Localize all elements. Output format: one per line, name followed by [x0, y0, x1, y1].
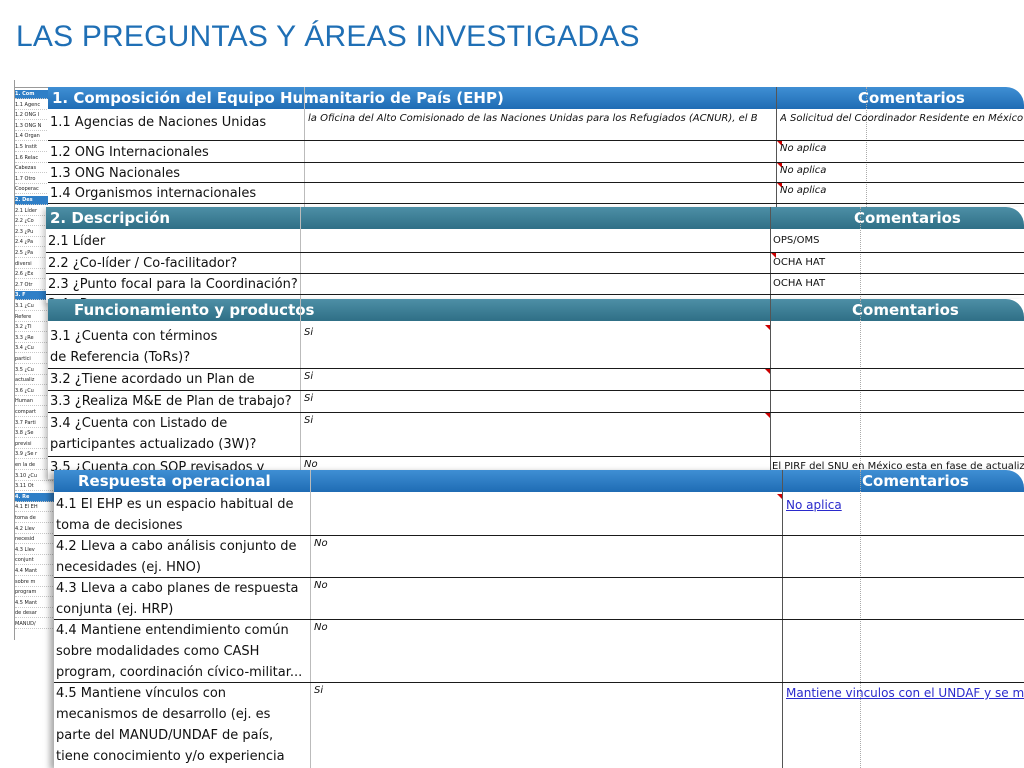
- table-row: 3.4 ¿Cuenta con Listado de participantes…: [48, 413, 1024, 457]
- table-row: 1.3 ONG Nacionales No aplica: [48, 163, 1024, 183]
- mini-sheet-row: 3.11 Ot: [15, 482, 55, 492]
- slide-title: LAS PREGUNTAS Y ÁREAS INVESTIGADAS: [16, 20, 640, 53]
- table-row: 4.1 El EHP es un espacio habitual de tom…: [54, 494, 1024, 536]
- mini-sheet-row: conjunt: [15, 556, 55, 566]
- row-label: 2.3 ¿Punto focal para la Coordinación?: [48, 277, 298, 292]
- panel-title: 1. Composición del Equipo Humanitario de…: [52, 89, 504, 107]
- row-comment: No aplica: [780, 143, 827, 154]
- comment-marker: [777, 494, 782, 499]
- panel-title: Funcionamiento y productos: [74, 301, 315, 319]
- comments-header: Comentarios: [858, 89, 965, 107]
- table-row: 1.2 ONG Internacionales No aplica: [48, 141, 1024, 163]
- row-label: 4.2 Lleva a cabo análisis conjunto de ne…: [56, 539, 297, 575]
- row-comment: A Solicitud del Coordinador Residente en…: [780, 113, 1024, 124]
- panel-title: Respuesta operacional: [78, 472, 271, 490]
- row-label: 3.4 ¿Cuenta con Listado de participantes…: [50, 416, 257, 452]
- comment-link[interactable]: Mantiene vinculos con el UNDAF y se mo: [786, 684, 1024, 702]
- row-label: 2.1 Líder: [48, 234, 106, 249]
- row-label: 1.2 ONG Internacionales: [50, 145, 209, 160]
- panel-header: Funcionamiento y productos Comentarios: [48, 299, 1024, 321]
- row-comment: OPS/OMS: [773, 235, 820, 246]
- mini-sheet-row: 4.1 El EH: [15, 503, 55, 513]
- mini-sheet-row: necesid: [15, 535, 55, 545]
- panel-descripcion: 2. Descripción Comentarios 2.1 Líder OPS…: [46, 207, 1024, 312]
- row-value: Si: [304, 327, 314, 338]
- row-value: No: [314, 538, 328, 549]
- row-value: No: [314, 580, 328, 591]
- table-row: 4.4 Mantiene entendimiento común sobre m…: [54, 620, 1024, 683]
- comment-marker: [765, 413, 770, 418]
- table-row: 1.4 Organismos internacionales No aplica: [48, 183, 1024, 204]
- row-value: No: [314, 622, 328, 633]
- mini-sheet-row: MANUD/: [15, 620, 55, 629]
- row-value: Si: [314, 685, 324, 696]
- table-row: 4.2 Lleva a cabo análisis conjunto de ne…: [54, 536, 1024, 578]
- table-row: 2.2 ¿Co-líder / Co-facilitador? OCHA HAT: [46, 253, 1024, 274]
- table-row: 4.5 Mantiene vínculos con mecanismos de …: [54, 683, 1024, 768]
- mini-sheet-row: program: [15, 588, 55, 598]
- row-label: 4.5 Mantiene vínculos con mecanismos de …: [56, 686, 285, 764]
- mini-sheet-row: 4.4 Mant: [15, 567, 55, 576]
- row-value: Si: [304, 415, 314, 426]
- row-value: Si: [304, 393, 314, 404]
- panel-funcionamiento: Funcionamiento y productos Comentarios 3…: [48, 299, 1024, 479]
- row-label: 4.3 Lleva a cabo planes de respuesta con…: [56, 581, 299, 617]
- table-row: 2.1 Líder OPS/OMS: [46, 231, 1024, 253]
- comments-header: Comentarios: [862, 472, 969, 490]
- table-row: 2.3 ¿Punto focal para la Coordinación? O…: [46, 274, 1024, 295]
- panel-header: 2. Descripción Comentarios: [46, 207, 1024, 229]
- panel-title: 2. Descripción: [50, 209, 171, 227]
- row-comment: No aplica: [780, 165, 827, 176]
- mini-sheet-row: 4.5 Mant: [15, 599, 55, 608]
- table-row: 3.1 ¿Cuenta con términos de Referencia (…: [48, 325, 1024, 369]
- comments-header: Comentarios: [854, 209, 961, 227]
- mini-sheet-row: sobre m: [15, 578, 55, 587]
- row-label: 1.3 ONG Nacionales: [50, 166, 180, 181]
- comment-link[interactable]: No aplica: [786, 496, 946, 514]
- mini-sheet-row: 4.3 Llev: [15, 546, 55, 555]
- panel-respuesta-operacional: Respuesta operacional Comentarios 4.1 El…: [54, 470, 1024, 768]
- table-row: 3.3 ¿Realiza M&E de Plan de trabajo? Si: [48, 391, 1024, 413]
- mini-sheet-row: de desar: [15, 609, 55, 619]
- table-row: 1.1 Agencias de Naciones Unidas la Ofici…: [48, 109, 1024, 141]
- row-label: 2.2 ¿Co-líder / Co-facilitador?: [48, 256, 238, 271]
- panel-composicion: 1. Composición del Equipo Humanitario de…: [48, 87, 1024, 209]
- mini-sheet-row: 4. Re: [15, 492, 55, 502]
- row-value: Si: [304, 371, 314, 382]
- row-label: 4.1 El EHP es un espacio habitual de tom…: [56, 497, 294, 533]
- panel-header: 1. Composición del Equipo Humanitario de…: [48, 87, 1024, 109]
- row-comment: OCHA HAT: [773, 257, 826, 268]
- comments-header: Comentarios: [852, 301, 959, 319]
- mini-sheet-row: toma de: [15, 514, 55, 523]
- comment-marker: [765, 369, 770, 374]
- row-label: 3.1 ¿Cuenta con términos de Referencia (…: [50, 329, 218, 365]
- panel-header: Respuesta operacional Comentarios: [54, 470, 1024, 492]
- row-label: 1.1 Agencias de Naciones Unidas: [50, 115, 267, 130]
- row-label: 3.3 ¿Realiza M&E de Plan de trabajo?: [50, 394, 292, 409]
- row-label: 3.2 ¿Tiene acordado un Plan de: [50, 372, 255, 387]
- row-label: 4.4 Mantiene entendimiento común sobre m…: [56, 623, 303, 680]
- mini-sheet-row: 4.2 Llev: [15, 525, 55, 534]
- table-row: 4.3 Lleva a cabo planes de respuesta con…: [54, 578, 1024, 620]
- row-value: la Oficina del Alto Comisionado de las N…: [308, 113, 758, 124]
- row-comment: No aplica: [780, 185, 827, 196]
- row-label: 1.4 Organismos internacionales: [50, 186, 257, 201]
- table-row: 3.2 ¿Tiene acordado un Plan de Si: [48, 369, 1024, 391]
- comment-marker: [765, 325, 770, 330]
- row-comment: OCHA HAT: [773, 278, 826, 289]
